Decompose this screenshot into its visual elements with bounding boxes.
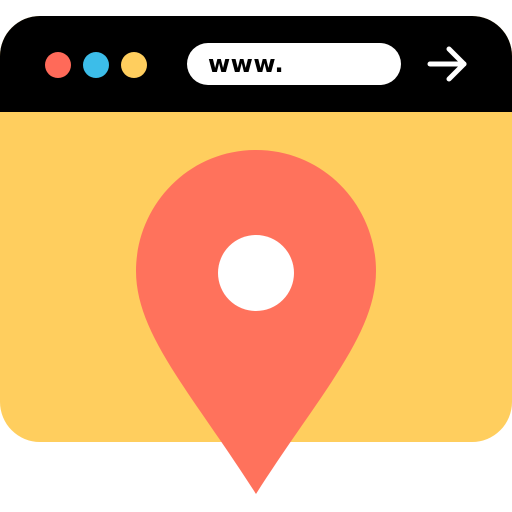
icon-stage: www.	[0, 0, 512, 512]
map-pin-icon	[136, 150, 376, 494]
map-pin-body	[136, 150, 376, 494]
map-pin-hole	[218, 235, 294, 311]
